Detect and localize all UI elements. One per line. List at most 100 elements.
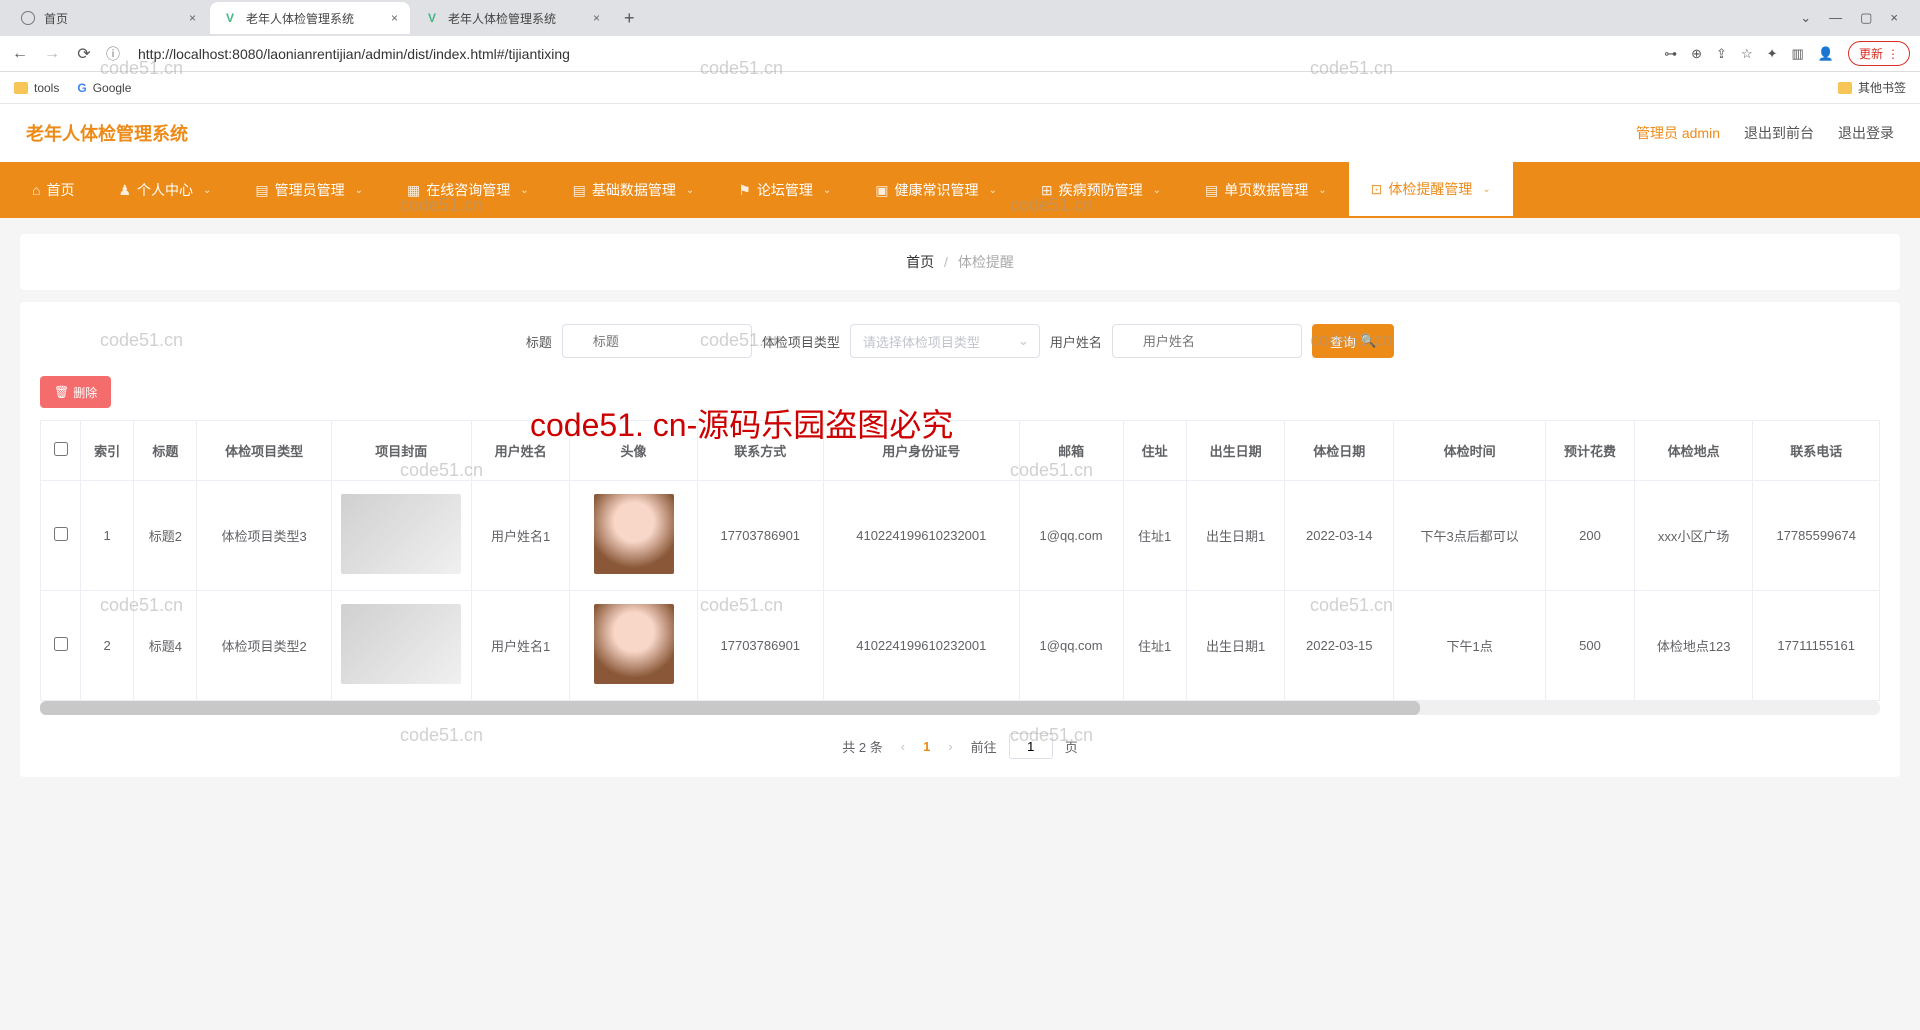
col-user: 用户姓名: [471, 421, 570, 481]
col-title: 标题: [134, 421, 197, 481]
app-header: 老年人体检管理系统 管理员 admin 退出到前台 退出登录: [0, 104, 1920, 162]
cell-user: 用户姓名1: [471, 591, 570, 701]
cover-image[interactable]: [341, 494, 461, 574]
breadcrumb-home[interactable]: 首页: [906, 254, 934, 270]
bookmark-icon[interactable]: ☆: [1741, 46, 1753, 62]
tab-title: 首页: [44, 10, 68, 27]
cell-phone: 17703786901: [697, 591, 823, 701]
sidepanel-icon[interactable]: ▥: [1792, 46, 1804, 62]
bookmark-other[interactable]: 其他书签: [1838, 79, 1906, 96]
horizontal-scrollbar[interactable]: [40, 701, 1880, 715]
row-checkbox[interactable]: [54, 637, 68, 651]
user-input[interactable]: [1112, 324, 1302, 358]
nav-basedata-mgmt[interactable]: ▤基础数据管理⌄: [551, 162, 717, 218]
close-icon[interactable]: ×: [581, 11, 600, 25]
browser-tab[interactable]: V 老年人体检管理系统 ×: [412, 2, 612, 34]
address-bar: ← → ⟳ ⓘ http://localhost:8080/laonianren…: [0, 36, 1920, 72]
cell-avatar: [570, 591, 697, 701]
close-icon[interactable]: ×: [379, 11, 398, 25]
pager-goto-label: 前往: [971, 737, 997, 756]
zoom-icon[interactable]: ⊕: [1691, 46, 1702, 62]
cell-idcard: 410224199610232001: [824, 591, 1020, 701]
browser-tab[interactable]: 首页 ×: [8, 2, 208, 34]
avatar-image[interactable]: [594, 604, 674, 684]
cell-tel: 17785599674: [1753, 481, 1880, 591]
key-icon[interactable]: ⊶: [1664, 46, 1677, 62]
nav-health-mgmt[interactable]: ▣健康常识管理⌄: [853, 162, 1019, 218]
nav-tijian-remind-mgmt[interactable]: ⊡体检提醒管理⌄: [1349, 162, 1513, 218]
chevron-down-icon: ⌄: [1153, 185, 1161, 196]
chevron-down-icon: ⌄: [1482, 184, 1490, 195]
chevron-down-icon: ⌄: [686, 185, 694, 196]
extensions-icon[interactable]: ✦: [1767, 46, 1778, 62]
new-tab-button[interactable]: +: [614, 8, 645, 29]
bookmark-google[interactable]: GGoogle: [77, 81, 131, 95]
table-scroll[interactable]: 索引 标题 体检项目类型 项目封面 用户姓名 头像 联系方式 用户身份证号 邮箱…: [40, 420, 1880, 701]
pager-page-suffix: 页: [1065, 737, 1078, 756]
maximize-icon[interactable]: ▢: [1860, 10, 1872, 26]
pager-prev[interactable]: ‹: [895, 739, 911, 754]
cover-image[interactable]: [341, 604, 461, 684]
folder-icon: [1838, 82, 1852, 94]
minimize-icon[interactable]: —: [1829, 10, 1842, 26]
col-addr: 住址: [1123, 421, 1186, 481]
browser-tab[interactable]: V 老年人体检管理系统 ×: [210, 2, 410, 34]
cell-time: 下午1点: [1394, 591, 1546, 701]
main-nav: ⌂首页 ♟个人中心⌄ ▤管理员管理⌄ ▦在线咨询管理⌄ ▤基础数据管理⌄ ⚑论坛…: [0, 162, 1920, 218]
chevron-down-icon: ⌄: [203, 185, 211, 196]
col-index: 索引: [81, 421, 134, 481]
pager-current[interactable]: 1: [923, 739, 930, 754]
nav-admin-mgmt[interactable]: ▤管理员管理⌄: [233, 162, 385, 218]
logout-link[interactable]: 退出登录: [1838, 123, 1894, 143]
vue-icon: V: [222, 10, 238, 26]
nav-home[interactable]: ⌂首页: [10, 162, 96, 218]
table-row: 2标题4体检项目类型2用户姓名1177037869014102241996102…: [41, 591, 1880, 701]
goto-frontend-link[interactable]: 退出到前台: [1744, 123, 1814, 143]
type-select[interactable]: 请选择体检项目类型: [850, 324, 1040, 358]
data-icon: ▤: [573, 182, 586, 199]
site-info-icon[interactable]: ⓘ: [106, 44, 120, 64]
select-all-checkbox[interactable]: [54, 442, 68, 456]
cell-type: 体检项目类型3: [197, 481, 331, 591]
cell-cost: 500: [1546, 591, 1635, 701]
update-button[interactable]: 更新⋮: [1848, 41, 1910, 66]
cell-addr: 住址1: [1123, 481, 1186, 591]
bookmark-tools[interactable]: tools: [14, 81, 59, 95]
chevron-down-icon[interactable]: ⌄: [1800, 10, 1811, 26]
pager-goto-input[interactable]: [1009, 733, 1053, 759]
chevron-down-icon: ⌄: [520, 185, 528, 196]
nav-disease-mgmt[interactable]: ⊞疾病预防管理⌄: [1019, 162, 1183, 218]
avatar-image[interactable]: [594, 494, 674, 574]
nav-consult-mgmt[interactable]: ▦在线咨询管理⌄: [385, 162, 551, 218]
delete-button[interactable]: 🗑 删除: [40, 376, 111, 408]
book-icon: ▣: [875, 182, 888, 199]
nav-page-mgmt[interactable]: ▤单页数据管理⌄: [1183, 162, 1349, 218]
cell-time: 下午3点后都可以: [1394, 481, 1546, 591]
nav-personal[interactable]: ♟个人中心⌄: [96, 162, 233, 218]
google-icon: G: [77, 81, 86, 95]
title-label: 标题: [526, 332, 552, 351]
cell-cover: [331, 481, 471, 591]
profile-icon[interactable]: 👤: [1818, 46, 1834, 62]
folder-icon: [14, 82, 28, 94]
url-input[interactable]: http://localhost:8080/laonianrentijian/a…: [138, 46, 1652, 62]
row-checkbox[interactable]: [54, 527, 68, 541]
nav-forum-mgmt[interactable]: ⚑论坛管理⌄: [716, 162, 853, 218]
close-icon[interactable]: ×: [177, 11, 196, 25]
current-user[interactable]: 管理员 admin: [1636, 123, 1720, 143]
chevron-down-icon: ⌄: [823, 185, 831, 196]
close-window-icon[interactable]: ×: [1890, 10, 1898, 26]
title-input[interactable]: [562, 324, 752, 358]
col-place: 体检地点: [1634, 421, 1752, 481]
forward-button[interactable]: →: [42, 45, 62, 63]
cell-avatar: [570, 481, 697, 591]
cell-cover: [331, 591, 471, 701]
reload-button[interactable]: ⟳: [74, 44, 94, 64]
back-button[interactable]: ←: [10, 45, 30, 63]
pager-next[interactable]: ›: [942, 739, 958, 754]
query-button[interactable]: 查询 🔍: [1312, 324, 1394, 358]
browser-chrome: 首页 × V 老年人体检管理系统 × V 老年人体检管理系统 × + ⌄ — ▢…: [0, 0, 1920, 104]
col-tel: 联系电话: [1753, 421, 1880, 481]
col-avatar: 头像: [570, 421, 697, 481]
share-icon[interactable]: ⇪: [1716, 46, 1727, 62]
